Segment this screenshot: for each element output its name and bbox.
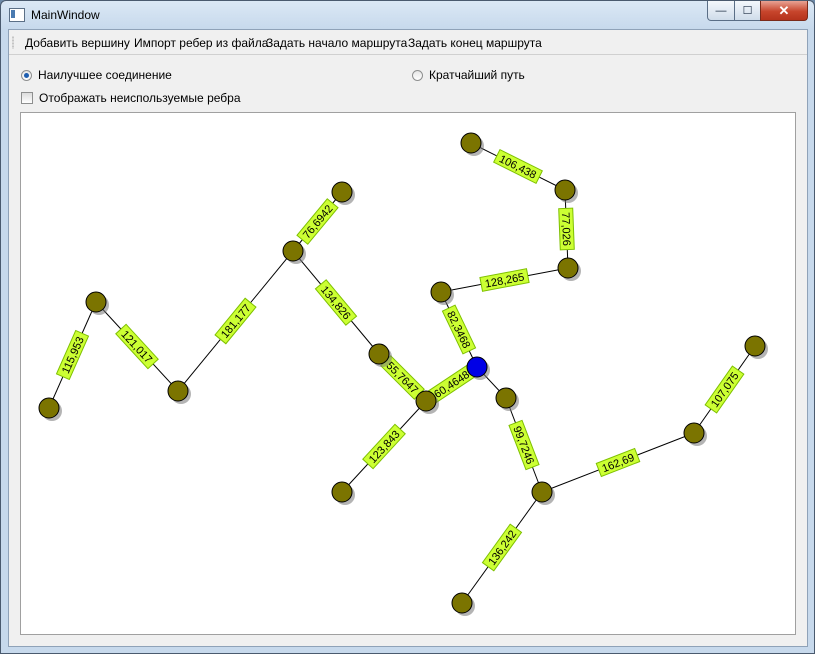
graph-vertex[interactable] xyxy=(85,291,107,313)
radio-unselected-icon[interactable] xyxy=(412,69,423,81)
show-unused-edges-label: Отображать неиспользуемые ребра xyxy=(39,91,241,105)
edge-weight-text: 123,843 xyxy=(367,428,403,465)
window-title: MainWindow xyxy=(31,8,100,22)
graph-vertex[interactable] xyxy=(368,343,390,365)
graph-vertex[interactable] xyxy=(495,387,517,409)
edge-weight-label: 77,026 xyxy=(558,207,575,251)
graph-vertex[interactable] xyxy=(531,481,553,503)
edge-weight-label: 162,69 xyxy=(595,447,641,478)
edge-weight-label: 107,075 xyxy=(704,365,745,414)
import-edges-button[interactable]: Импорт ребер из файла xyxy=(134,36,268,50)
edge-weight-label: 76,6942 xyxy=(296,198,339,245)
edge-weight-label: 99,7246 xyxy=(508,419,540,471)
client-area: Добавить вершину Импорт ребер из файла З… xyxy=(8,29,808,647)
graph-vertex[interactable] xyxy=(683,422,705,444)
graph-vertex[interactable] xyxy=(167,380,189,402)
toolbar: Добавить вершину Импорт ребер из файла З… xyxy=(9,30,807,55)
edge-weight-label: 115,953 xyxy=(55,329,90,381)
graph-vertex[interactable] xyxy=(331,481,353,503)
start-vertex[interactable] xyxy=(466,356,488,378)
title-bar[interactable]: MainWindow — ☐ ✕ xyxy=(1,1,814,29)
graph-vertex[interactable] xyxy=(430,281,452,303)
app-window-icon xyxy=(9,8,25,22)
maximize-icon: ☐ xyxy=(742,5,753,17)
close-icon: ✕ xyxy=(778,2,790,18)
edge-weight-text: 55,7647 xyxy=(383,360,420,397)
edge-weight-label: 181,177 xyxy=(214,297,257,345)
edge-weight-label: 82,3468 xyxy=(441,304,477,355)
graph-vertex[interactable] xyxy=(38,397,60,419)
set-route-end-button[interactable]: Задать конец маршрута xyxy=(408,36,542,50)
edge-weight-text: 128,265 xyxy=(484,271,525,290)
toolbar-grip-icon[interactable] xyxy=(12,36,14,49)
edge-weight-label: 136,242 xyxy=(481,523,523,572)
graph-vertex[interactable] xyxy=(331,181,353,203)
edge-weight-text: 76,6942 xyxy=(301,203,336,241)
set-route-start-button[interactable]: Задать начало маршрута xyxy=(266,36,407,50)
edge-weight-label: 121,017 xyxy=(115,323,159,370)
graph-vertex[interactable] xyxy=(744,335,766,357)
minimize-button[interactable]: — xyxy=(707,1,735,21)
graph-vertex[interactable] xyxy=(451,592,473,614)
graph-vertex[interactable] xyxy=(415,390,437,412)
shortest-path-label: Кратчайший путь xyxy=(429,68,525,82)
graph-vertex[interactable] xyxy=(282,240,304,262)
edge-weight-text: 77,026 xyxy=(559,212,572,246)
best-connection-label: Наилучшее соединение xyxy=(38,68,172,82)
best-connection-radio[interactable]: Наилучшее соединение xyxy=(21,68,172,82)
graph-canvas[interactable]: 115,953 121,017 181,177 76,6942 134,826 55,76… xyxy=(20,112,796,635)
edge-weight-label: 106,438 xyxy=(493,148,543,185)
checkbox-icon[interactable] xyxy=(21,92,33,104)
graph-drawing[interactable]: 115,953 121,017 181,177 76,6942 134,826 55,76… xyxy=(21,113,795,634)
graph-vertex[interactable] xyxy=(460,132,482,154)
edge-weight-text: 121,017 xyxy=(118,328,154,365)
edge-weight-label: 134,826 xyxy=(314,279,358,326)
radio-selected-icon[interactable] xyxy=(21,69,32,81)
edge-weight-text: 134,826 xyxy=(318,284,353,322)
show-unused-edges-checkbox[interactable]: Отображать неиспользуемые ребра xyxy=(21,91,241,105)
edge-weight-label: 123,843 xyxy=(362,423,406,470)
minimize-icon: — xyxy=(715,4,727,17)
shortest-path-radio[interactable]: Кратчайший путь xyxy=(412,68,525,82)
edge-weight-text: 181,177 xyxy=(219,302,254,340)
edge-weight-text: 115,953 xyxy=(60,335,87,375)
graph-vertex[interactable] xyxy=(554,179,576,201)
close-button[interactable]: ✕ xyxy=(760,1,808,21)
maximize-button[interactable]: ☐ xyxy=(734,1,761,21)
graph-vertex[interactable] xyxy=(557,257,579,279)
add-vertex-button[interactable]: Добавить вершину xyxy=(25,36,130,50)
main-window: MainWindow — ☐ ✕ Добавить вершину Импорт… xyxy=(0,0,815,654)
edge-weight-label: 128,265 xyxy=(479,268,530,292)
